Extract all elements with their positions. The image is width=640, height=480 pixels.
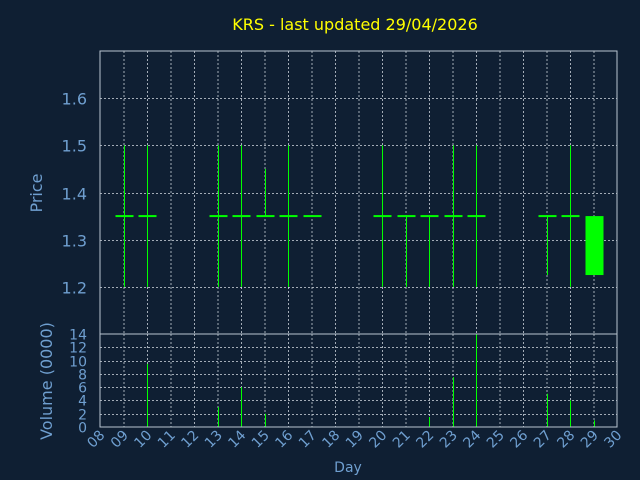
- candle-body: [420, 215, 439, 218]
- x-tick-label: 09: [108, 428, 132, 452]
- candle-body: [373, 215, 392, 218]
- price-y-tick-label: 1.6: [62, 90, 87, 109]
- candle-body: [585, 216, 604, 276]
- x-tick-label: 08: [84, 428, 108, 452]
- x-tick-label: 12: [178, 428, 202, 452]
- x-tick-label: 21: [390, 428, 414, 452]
- price-y-tick-label: 1.5: [62, 137, 87, 156]
- x-axis-label: Day: [334, 460, 362, 476]
- x-tick-label: 16: [272, 427, 296, 451]
- x-tick-label: 25: [484, 428, 508, 452]
- x-tick-label: 11: [155, 428, 179, 452]
- candle-body: [256, 215, 275, 218]
- volume-y-tick-label: 10: [69, 355, 87, 371]
- candle-body: [138, 215, 157, 218]
- chart-title: KRS - last updated 29/04/2026: [232, 15, 478, 34]
- candle-body: [538, 215, 557, 218]
- candle-body: [279, 215, 298, 218]
- x-tick-label: 20: [366, 428, 390, 452]
- candle-body: [209, 215, 228, 218]
- candle-body: [561, 215, 580, 218]
- volume-y-tick-label: 2: [78, 408, 87, 424]
- volume-y-tick-label: 14: [69, 328, 87, 344]
- x-tick-label: 30: [601, 428, 625, 452]
- volume-axis-label: Volume (0000): [37, 322, 56, 440]
- x-tick-label: 19: [343, 428, 367, 452]
- x-tick-label: 23: [437, 428, 461, 452]
- price-y-ticks: 1.2 1.3 1.4 1.5 1.6: [62, 90, 87, 298]
- x-tick-label: 14: [225, 427, 249, 451]
- price-y-tick-label: 1.2: [62, 279, 87, 298]
- x-tick-label: 13: [202, 428, 226, 452]
- x-axis-ticks: 08 09 10 11 12 13 14 15 16 17 18 19 20 21 22 23 24 25 26 27…: [84, 427, 625, 451]
- x-tick-label: 10: [131, 428, 155, 452]
- volume-bars: [147, 334, 595, 427]
- x-tick-label: 17: [296, 428, 320, 452]
- stock-chart: KRS - last updated 29/04/2026 1.21.31.41…: [27, 15, 625, 476]
- volume-y-ticks: 02468101214: [69, 328, 87, 437]
- x-tick-label: 28: [554, 428, 578, 452]
- x-tick-label: 18: [319, 428, 343, 452]
- candle-body: [115, 215, 134, 218]
- candle-body: [444, 215, 463, 218]
- x-tick-label: 29: [578, 428, 602, 452]
- price-y-tick-label: 1.3: [62, 232, 87, 251]
- x-tick-label: 15: [249, 428, 273, 452]
- x-tick-label: 22: [413, 428, 437, 452]
- volume-grid: [100, 334, 617, 427]
- x-tick-label: 27: [531, 428, 555, 452]
- price-grid: [100, 51, 617, 334]
- candle-body: [467, 215, 486, 218]
- x-tick-label: 24: [460, 427, 484, 451]
- candle-body: [397, 215, 416, 218]
- candle-body: [232, 215, 251, 218]
- x-tick-label: 26: [507, 427, 531, 451]
- price-y-tick-label: 1.4: [62, 185, 87, 204]
- candle-body: [303, 215, 322, 218]
- price-axis-label: Price: [27, 173, 46, 212]
